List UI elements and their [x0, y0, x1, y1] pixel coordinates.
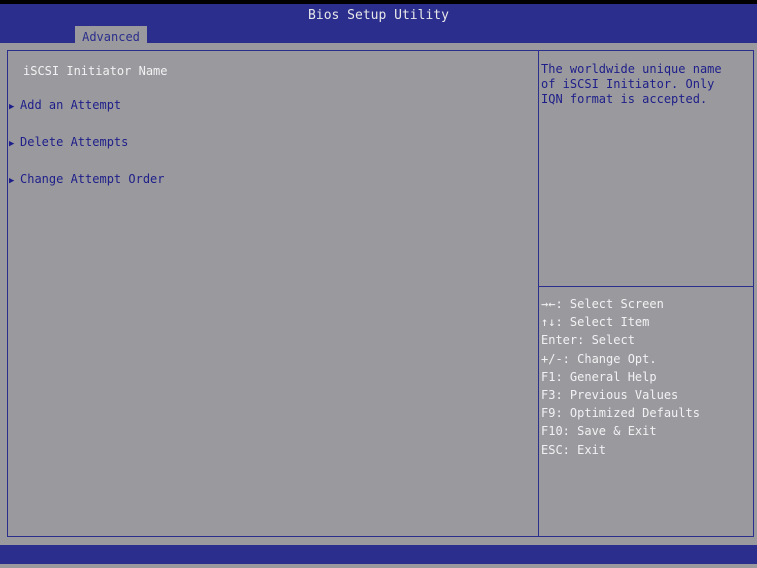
submenu-arrow-icon: ▶: [9, 139, 15, 149]
help-divider: [539, 286, 754, 287]
help-text: The worldwide unique name of iSCSI Initi…: [541, 62, 722, 106]
key-hint: F3: Previous Values: [541, 387, 679, 402]
key-hint: ↑↓: Select Item: [541, 315, 650, 330]
main-frame: [7, 50, 754, 537]
menu-item-label: iSCSI Initiator Name: [23, 64, 168, 78]
menu-item-change-attempt-order[interactable]: ▶ Change Attempt Order: [9, 172, 165, 186]
menu-item-delete-attempts[interactable]: ▶ Delete Attempts: [9, 135, 128, 149]
panel-divider: [538, 50, 539, 537]
menu-item-add-attempt[interactable]: ▶ Add an Attempt: [9, 98, 121, 112]
bios-screen: Bios Setup Utility Advanced iSCSI Initia…: [0, 0, 757, 568]
key-hint: ESC: Exit: [541, 442, 607, 457]
window-title: Bios Setup Utility: [308, 8, 449, 23]
key-hint: Enter: Select: [541, 333, 635, 348]
key-hint: →←: Select Screen: [541, 297, 664, 311]
submenu-arrow-icon: ▶: [9, 176, 15, 186]
key-legend: →←: Select Screen ↑↓: Select Item Enter:…: [541, 295, 751, 459]
menu-item-label: Change Attempt Order: [20, 172, 165, 186]
menu-item-label: Add an Attempt: [20, 98, 122, 112]
key-hint: F1: General Help: [541, 369, 657, 384]
bottom-bar: [0, 545, 757, 564]
tab-advanced[interactable]: Advanced: [75, 26, 147, 47]
key-hint: F10: Save & Exit: [541, 424, 657, 439]
submenu-arrow-icon: ▶: [9, 102, 15, 112]
key-hint: +/-: Change Opt.: [541, 351, 657, 366]
title-bar: Bios Setup Utility Advanced: [0, 0, 757, 47]
menu-item-label: Delete Attempts: [20, 135, 129, 149]
menu-item-iscsi-initiator-name[interactable]: iSCSI Initiator Name: [23, 64, 168, 78]
key-hint: F9: Optimized Defaults: [541, 406, 700, 421]
